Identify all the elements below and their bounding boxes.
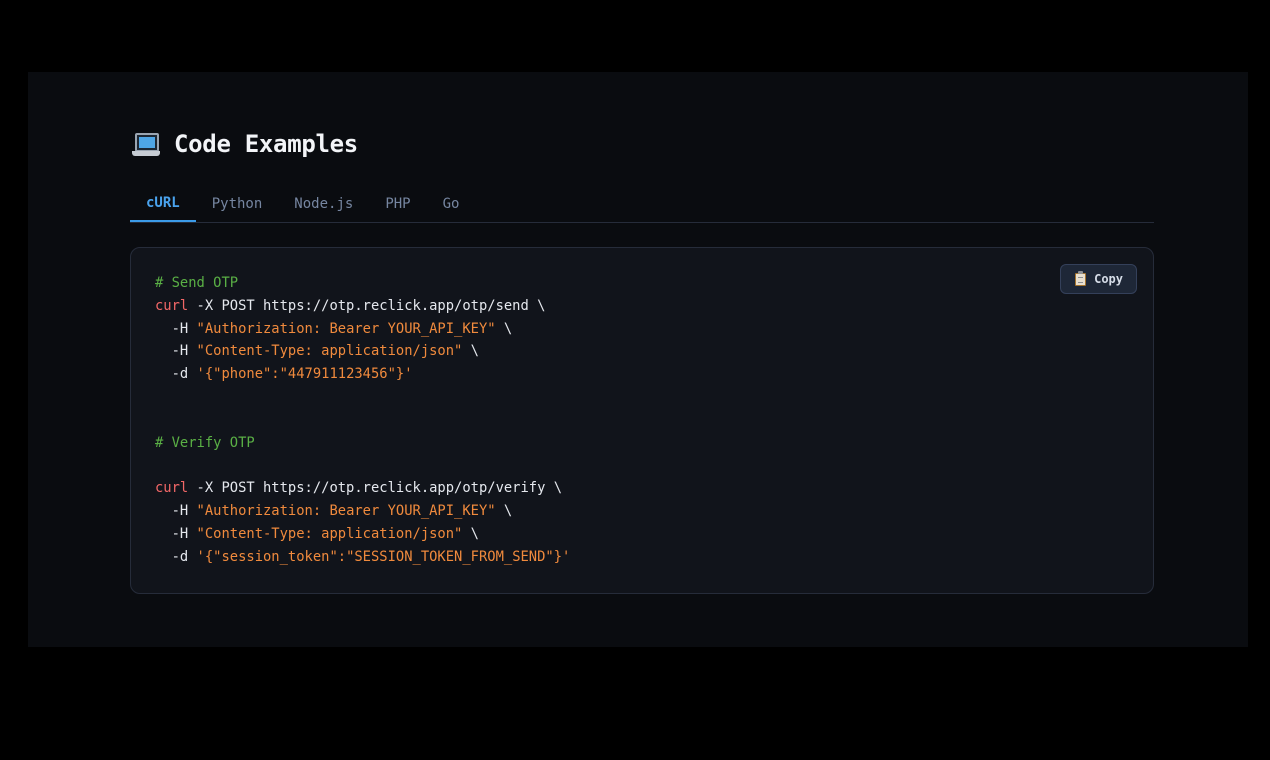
code-line: # Send OTP [155,272,570,295]
code-string: '{"session_token":"SESSION_TOKEN_FROM_SE… [196,548,571,565]
code-string: "Authorization: Bearer YOUR_API_KEY" [196,320,496,337]
code-text: \ [495,502,513,519]
code-block: Copy # Send OTP curl -X POST https://otp… [130,247,1154,594]
code-text: -H [155,525,197,542]
code-text: -X POST https://otp.reclick.app/otp/send… [188,297,546,314]
code-line: -H "Authorization: Bearer YOUR_API_KEY" … [155,500,570,523]
copy-button[interactable]: Copy [1060,264,1137,294]
copy-button-label: Copy [1094,272,1123,286]
code-text: -H [155,502,197,519]
language-tabs: cURL Python Node.js PHP Go [130,186,1154,223]
code-string: '{"phone":"447911123456"}' [196,366,413,383]
code-line: -H "Content-Type: application/json" \ [155,340,570,363]
code-comment: # Send OTP [155,275,239,291]
code-text: \ [462,343,479,360]
code-keyword: curl [155,480,189,497]
tab-nodejs[interactable]: Node.js [278,186,369,222]
code-text: -d [155,366,197,383]
laptop-icon [132,131,160,157]
code-string: "Content-Type: application/json" [196,343,463,360]
section-title-text: Code Examples [174,130,358,158]
code-line: -d '{"phone":"447911123456"}' [155,363,570,386]
code-text: \ [462,525,479,542]
code-text: -H [155,343,197,360]
clipboard-icon [1075,270,1087,286]
code-line: curl -X POST https://otp.reclick.app/otp… [155,477,570,500]
tab-curl[interactable]: cURL [130,186,196,222]
code-text: -X POST https://otp.reclick.app/otp/veri… [188,480,563,497]
code-keyword: curl [155,297,189,314]
code-string: "Content-Type: application/json" [196,525,463,542]
tab-php[interactable]: PHP [369,186,426,222]
code-text: \ [495,320,513,337]
section-title: Code Examples [132,128,358,160]
code-examples-panel: Code Examples cURL Python Node.js PHP Go… [28,72,1248,647]
code-text: -H [155,320,197,337]
code-line: curl -X POST https://otp.reclick.app/otp… [155,295,570,318]
code-line: -d '{"session_token":"SESSION_TOKEN_FROM… [155,546,571,569]
tab-go[interactable]: Go [427,186,476,222]
code-line: # Verify OTP [155,432,570,455]
code-comment: # Verify OTP [155,434,255,451]
code-string: "Authorization: Bearer YOUR_API_KEY" [196,502,496,519]
code-line: -H "Authorization: Bearer YOUR_API_KEY" … [155,318,570,341]
code-line: -H "Content-Type: application/json" \ [155,523,570,546]
code-text: -d [155,548,197,565]
code-content: # Send OTP curl -X POST https://otp.recl… [155,272,570,568]
tab-python[interactable]: Python [196,186,279,222]
